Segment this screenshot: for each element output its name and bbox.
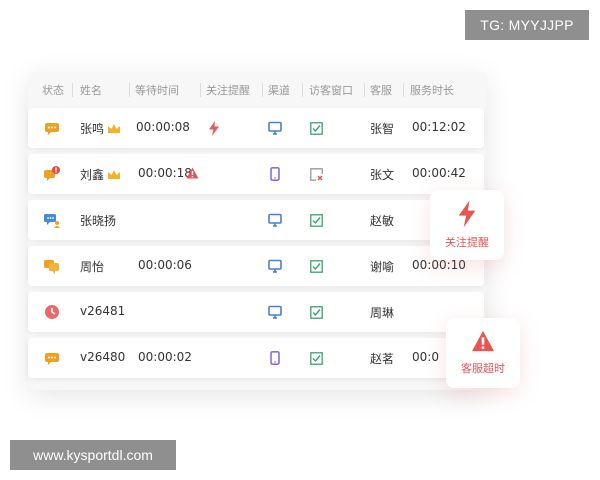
crown-icon [108, 169, 121, 179]
warning-icon [186, 167, 199, 179]
header-divider [262, 83, 263, 97]
table-row[interactable]: 张鸣 00:00:08 张智 00:12:02 [28, 108, 484, 148]
desktop-channel-icon [268, 259, 282, 273]
table-header: 状态 姓名 等待时间 关注提醒 渠道 访客窗口 客服 服务时长 [28, 74, 486, 106]
multi-chat-icon [44, 260, 59, 274]
header-name: 姓名 [80, 84, 102, 97]
warning-icon [472, 330, 494, 352]
visitor-name-cell: v26481 [80, 304, 125, 318]
service-duration: 00:0 [412, 350, 439, 364]
visitor-name-cell: 周怡 [80, 258, 104, 275]
service-duration: 00:00:42 [412, 166, 466, 180]
agent-name: 张智 [370, 122, 395, 136]
desktop-channel-icon [268, 121, 282, 135]
visitor-name-cell: v26480 [80, 350, 125, 364]
visitor-name: 刘鑫 [80, 168, 105, 182]
visitor-name: 张晓扬 [80, 214, 117, 228]
desktop-channel-icon [268, 213, 282, 227]
header-visitor-window: 访客窗口 [309, 84, 353, 97]
clock-icon [45, 305, 59, 319]
visitor-window-ok-icon[interactable] [310, 260, 323, 273]
header-service-duration: 服务时长 [410, 84, 454, 97]
attention-reminder-card: 关注提醒 [430, 190, 504, 260]
agent-timeout-label: 客服超时 [461, 362, 505, 375]
agent-name: 谢喻 [370, 260, 395, 274]
watermark-top: TG: MYYJJPP [465, 10, 589, 40]
header-divider [364, 83, 365, 97]
header-agent: 客服 [370, 84, 392, 97]
agent-name: 赵敏 [370, 214, 395, 228]
visitor-window-ok-icon[interactable] [310, 214, 323, 227]
visitor-name-cell: 刘鑫 [80, 166, 121, 183]
visitor-name: v26481 [80, 304, 126, 318]
chat-bubble-icon [45, 123, 59, 135]
header-attention: 关注提醒 [206, 84, 250, 97]
service-duration: 00:00:10 [412, 258, 466, 272]
visitor-window-ok-icon[interactable] [310, 306, 323, 319]
visitor-window-ok-icon[interactable] [310, 352, 323, 365]
visitor-name: v26480 [80, 350, 126, 364]
service-duration: 00:12:02 [412, 120, 466, 134]
header-status: 状态 [42, 84, 64, 97]
visitor-name: 周怡 [80, 260, 105, 274]
agent-name: 赵茗 [370, 352, 395, 366]
agent-timeout-card: 客服超时 [446, 318, 520, 388]
header-divider [129, 83, 130, 97]
table-row[interactable]: v26481 周琳 [28, 292, 484, 332]
attention-reminder-label: 关注提醒 [445, 236, 489, 249]
transfer-chat-icon [44, 214, 60, 228]
visitor-name-cell: 张晓扬 [80, 212, 116, 229]
header-divider [302, 83, 303, 97]
bolt-icon [458, 200, 476, 228]
crown-icon [108, 123, 121, 133]
chat-bubble-icon [45, 353, 59, 365]
watermark-bottom: www.kysportdl.com [10, 440, 176, 470]
chat-alert-icon [44, 166, 60, 181]
table-row[interactable]: 周怡 00:00:06 谢喻 00:00:10 [28, 246, 484, 286]
table-row[interactable]: v26480 00:00:02 赵茗 00:0 [28, 338, 484, 378]
header-channel: 渠道 [268, 84, 290, 97]
header-divider [403, 83, 404, 97]
bolt-icon [209, 121, 219, 136]
visitor-name-cell: 张鸣 [80, 120, 121, 137]
table-row[interactable]: 张晓扬 赵敏 [28, 200, 484, 240]
agent-name: 周琳 [370, 306, 395, 320]
visitor-window-closed-icon[interactable] [310, 168, 323, 181]
desktop-channel-icon [268, 305, 282, 319]
wait-time: 00:00:02 [138, 350, 192, 364]
table-row[interactable]: 刘鑫 00:00:18 张文 00:00:42 [28, 154, 484, 194]
visitor-name: 张鸣 [80, 122, 105, 136]
visitor-window-ok-icon[interactable] [310, 122, 323, 135]
header-wait-time: 等待时间 [135, 84, 179, 97]
mobile-channel-icon [270, 351, 280, 365]
wait-time: 00:00:08 [136, 120, 190, 134]
mobile-channel-icon [270, 167, 280, 181]
wait-time: 00:00:06 [138, 258, 192, 272]
header-divider [72, 83, 73, 97]
wait-time: 00:00:18 [138, 166, 192, 180]
header-divider [200, 83, 201, 97]
agent-name: 张文 [370, 168, 395, 182]
